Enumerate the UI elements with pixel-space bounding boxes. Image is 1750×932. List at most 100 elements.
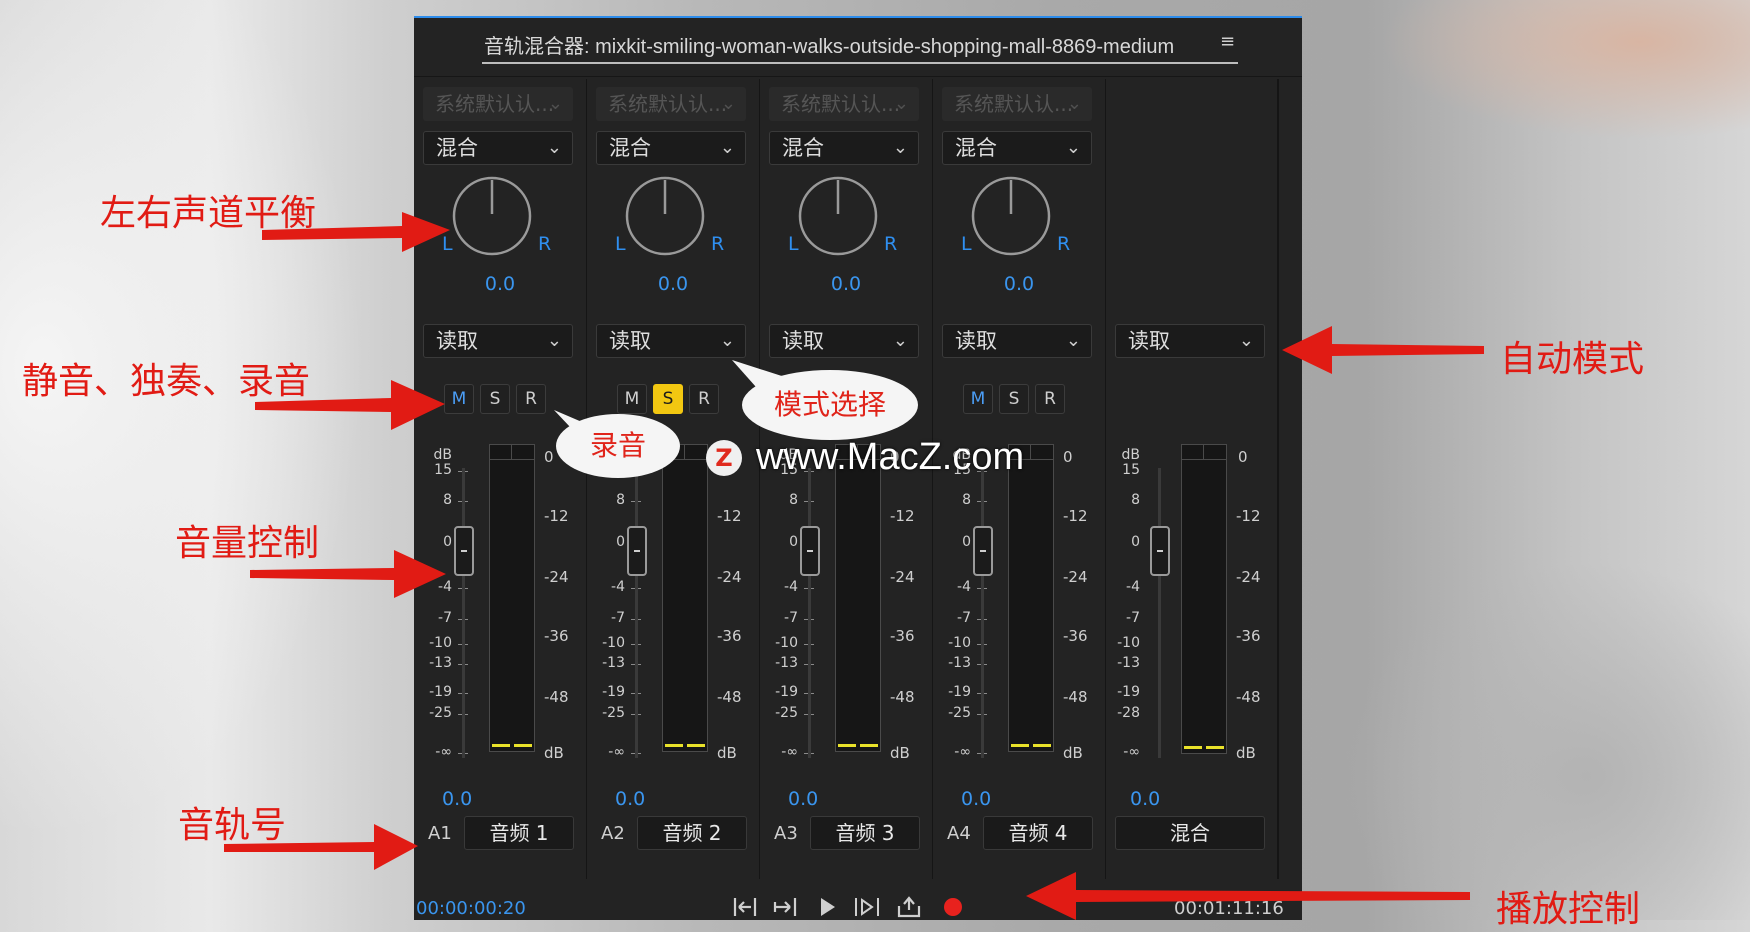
fader-scale-label: -∞: [608, 744, 625, 760]
hamburger-menu-icon[interactable]: ≡: [1220, 32, 1240, 52]
master-volume-value[interactable]: 0.0: [1130, 788, 1160, 810]
fader-scale-label: -13: [1117, 655, 1140, 671]
mute-button[interactable]: M: [963, 384, 993, 414]
go-to-in-icon[interactable]: [732, 894, 758, 920]
pan-value[interactable]: 0.0: [587, 273, 759, 295]
master-fader-area: dB 15 8 0 -4 -7 -10 -13 -19 -28 -∞ 0 -12…: [1106, 444, 1278, 799]
annotation-arrow-pan: [262, 212, 450, 252]
pan-value[interactable]: 0.0: [414, 273, 586, 295]
track-strip-a3: 系统默认认...⌄混合⌄LR0.0读取⌄MSRdB1580-4-7-10-13-…: [760, 79, 933, 879]
volume-value[interactable]: 0.0: [442, 788, 472, 810]
track-name[interactable]: 音频 3: [810, 816, 920, 850]
fader-area: dB1580-4-7-10-13-19-25-∞0-12-24-36-48dB: [933, 444, 1105, 799]
master-level-meter: [1181, 444, 1227, 754]
dropdown-label: 系统默认认...: [435, 92, 555, 116]
master-automation-dropdown[interactable]: 读取 ⌄: [1115, 324, 1265, 358]
dropdown-label: 系统默认认...: [608, 92, 728, 116]
pan-knob[interactable]: [450, 174, 534, 258]
pan-value[interactable]: 0.0: [933, 273, 1105, 295]
fader-rail: [1158, 468, 1161, 758]
record-button[interactable]: R: [1035, 384, 1065, 414]
meter-level-left: [492, 744, 510, 747]
meter-scale-label: -36: [1236, 627, 1261, 645]
current-timecode[interactable]: 00:00:00:20: [416, 898, 526, 919]
fader-rail: [635, 468, 638, 758]
pan-knob[interactable]: [969, 174, 1053, 258]
track-name[interactable]: 音频 4: [983, 816, 1093, 850]
bubble-mode-select: 模式选择: [742, 370, 918, 440]
track-name[interactable]: 音频 2: [637, 816, 747, 850]
meter-scale-label: -48: [1063, 688, 1088, 706]
fader-scale-label: -7: [611, 610, 625, 626]
fader-scale-label: -∞: [1123, 744, 1140, 760]
mixer-scroll-column: [1277, 79, 1302, 879]
pan-right-label: R: [711, 233, 725, 255]
preset-dropdown: 系统默认认... ⌄: [942, 87, 1092, 121]
fader-scale-label: 0: [616, 534, 625, 550]
volume-fader-handle[interactable]: [800, 526, 820, 576]
track-id: A1: [428, 823, 452, 844]
track-strip-a2: 系统默认认...⌄混合⌄LR0.0读取⌄MSRdB1580-4-7-10-13-…: [587, 79, 760, 879]
bubble-record: 录音: [556, 414, 680, 478]
pan-knob[interactable]: [796, 174, 880, 258]
solo-button[interactable]: S: [480, 384, 510, 414]
mode-dropdown[interactable]: 混合 ⌄: [596, 131, 746, 165]
fader-scale-label: 8: [616, 492, 625, 508]
meter-scale-label: -36: [890, 627, 915, 645]
pan-knob[interactable]: [623, 174, 707, 258]
automation-dropdown[interactable]: 读取 ⌄: [769, 324, 919, 358]
volume-value[interactable]: 0.0: [788, 788, 818, 810]
panel-title[interactable]: 音轨混合器: mixkit-smiling-woman-walks-outsid…: [484, 30, 1174, 59]
fader-scale-label: -10: [429, 635, 452, 651]
solo-button[interactable]: S: [653, 384, 683, 414]
record-button[interactable]: R: [516, 384, 546, 414]
automation-dropdown[interactable]: 读取 ⌄: [596, 324, 746, 358]
volume-fader-handle[interactable]: [973, 526, 993, 576]
chevron-down-icon: ⌄: [719, 330, 735, 351]
track-name[interactable]: 音频 1: [464, 816, 574, 850]
master-track-name[interactable]: 混合: [1115, 816, 1265, 850]
volume-value[interactable]: 0.0: [961, 788, 991, 810]
automation-dropdown[interactable]: 读取 ⌄: [942, 324, 1092, 358]
preset-dropdown: 系统默认认... ⌄: [769, 87, 919, 121]
annotation-arrow-playback: [1026, 872, 1470, 920]
dropdown-label: 混合: [609, 136, 651, 160]
record-icon[interactable]: [940, 894, 966, 920]
pan-left-label: L: [961, 233, 972, 255]
fader-scale-label: -7: [784, 610, 798, 626]
dropdown-label: 读取: [955, 329, 997, 353]
mode-dropdown[interactable]: 混合 ⌄: [423, 131, 573, 165]
loop-icon[interactable]: [896, 894, 922, 920]
mute-button[interactable]: M: [617, 384, 647, 414]
fader-scale-label: -10: [775, 635, 798, 651]
chevron-down-icon: ⌄: [719, 137, 735, 158]
solo-button[interactable]: S: [999, 384, 1029, 414]
go-to-out-icon[interactable]: [772, 894, 798, 920]
chevron-down-icon: ⌄: [720, 93, 736, 114]
mode-dropdown[interactable]: 混合 ⌄: [942, 131, 1092, 165]
fader-scale-label: -19: [775, 684, 798, 700]
fader-scale-label: 15: [1122, 462, 1140, 478]
mode-dropdown[interactable]: 混合 ⌄: [769, 131, 919, 165]
play-icon[interactable]: [814, 894, 840, 920]
track-strip-a1: 系统默认认... ⌄ 混合 ⌄ L R 0.0 读取 ⌄ M S RdB 15 8 0 -4 -7 -10 -13-…: [414, 79, 587, 879]
record-button[interactable]: R: [689, 384, 719, 414]
volume-value[interactable]: 0.0: [615, 788, 645, 810]
mute-button[interactable]: M: [444, 384, 474, 414]
volume-fader-handle[interactable]: [627, 526, 647, 576]
dropdown-label: 系统默认认...: [954, 92, 1074, 116]
chevron-down-icon: ⌄: [1238, 330, 1254, 351]
automation-dropdown[interactable]: 读取 ⌄: [423, 324, 573, 358]
pan-value[interactable]: 0.0: [760, 273, 932, 295]
volume-fader-handle[interactable]: [454, 526, 474, 576]
dropdown-label: 读取: [609, 329, 651, 353]
meter-scale-label: -36: [717, 627, 742, 645]
fader-scale-label: -10: [1117, 635, 1140, 651]
play-in-to-out-icon[interactable]: [854, 894, 880, 920]
fader-rail: [808, 468, 811, 758]
master-volume-fader-handle[interactable]: [1150, 526, 1170, 576]
pan-right-label: R: [1057, 233, 1071, 255]
preset-dropdown: 系统默认认... ⌄: [423, 87, 573, 121]
fader-scale-label: -7: [957, 610, 971, 626]
dropdown-label: 读取: [1128, 329, 1170, 353]
